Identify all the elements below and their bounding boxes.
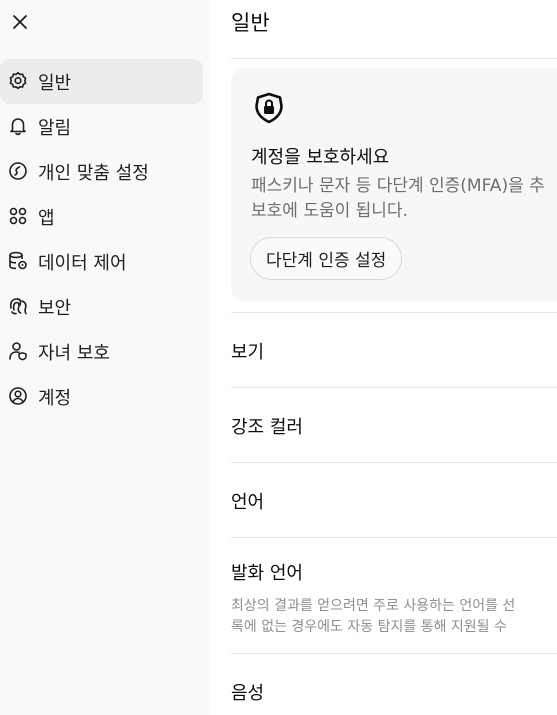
divider <box>231 537 557 538</box>
database-gear-icon <box>8 251 28 271</box>
page-title: 일반 <box>231 11 270 35</box>
personalization-icon <box>8 161 28 181</box>
setting-language[interactable]: 언어 <box>231 488 264 514</box>
sidebar-item-parental-controls[interactable]: 자녀 보호 <box>0 329 203 374</box>
divider <box>231 653 557 654</box>
divider <box>231 312 557 313</box>
close-icon <box>13 15 27 29</box>
sidebar-item-label: 알림 <box>38 117 72 139</box>
sidebar-item-personalization[interactable]: 개인 맞춤 설정 <box>0 149 203 194</box>
sidebar-item-data-controls[interactable]: 데이터 제어 <box>0 239 203 284</box>
sidebar-item-apps[interactable]: 앱 <box>0 194 203 239</box>
mfa-title: 계정을 보호하세요 <box>251 147 390 168</box>
divider <box>231 462 557 463</box>
sidebar-item-label: 자녀 보호 <box>38 342 110 364</box>
setting-voice[interactable]: 음성 <box>231 679 264 705</box>
fingerprint-icon <box>8 296 28 316</box>
sidebar-item-label: 개인 맞춤 설정 <box>38 162 149 184</box>
apps-grid-icon <box>8 206 28 226</box>
divider <box>231 58 557 59</box>
shield-lock-icon <box>255 92 283 124</box>
sidebar-item-label: 데이터 제어 <box>38 252 127 274</box>
setup-mfa-button[interactable]: 다단계 인증 설정 <box>250 237 403 280</box>
person-shield-icon <box>8 341 28 361</box>
account-circle-icon <box>8 386 28 406</box>
sidebar-item-label: 계정 <box>38 387 72 409</box>
divider <box>231 387 557 388</box>
settings-main: 일반 계정을 보호하세요 패스키나 문자 등 다단계 인증(MFA)을 추 보호… <box>210 0 557 715</box>
setting-spoken-language[interactable]: 발화 언어 <box>231 559 303 585</box>
close-button[interactable] <box>6 8 34 36</box>
sidebar-item-notifications[interactable]: 알림 <box>0 104 203 149</box>
sidebar-item-label: 보안 <box>38 297 72 319</box>
sidebar-item-label: 일반 <box>38 72 72 94</box>
setting-accent-color[interactable]: 강조 컬러 <box>231 413 303 439</box>
gear-icon <box>8 71 28 91</box>
mfa-card: 계정을 보호하세요 패스키나 문자 등 다단계 인증(MFA)을 추 보호에 도… <box>231 68 557 302</box>
sidebar-item-label: 앱 <box>38 207 55 229</box>
sidebar-item-account[interactable]: 계정 <box>0 374 203 419</box>
spoken-language-description: 최상의 결과를 얻으려면 주로 사용하는 언어를 선 록에 없는 경우에도 자동… <box>231 598 516 635</box>
settings-sidebar: 일반 알림 개인 맞춤 설정 앱 데이터 제어 보안 자녀 보호 계정 <box>0 0 210 715</box>
setting-theme[interactable]: 보기 <box>231 338 264 364</box>
mfa-description: 패스키나 문자 등 다단계 인증(MFA)을 추 보호에 도움이 됩니다. <box>251 176 545 221</box>
sidebar-item-general[interactable]: 일반 <box>0 59 203 104</box>
sidebar-item-security[interactable]: 보안 <box>0 284 203 329</box>
settings-nav: 일반 알림 개인 맞춤 설정 앱 데이터 제어 보안 자녀 보호 계정 <box>0 59 210 419</box>
bell-icon <box>8 116 28 136</box>
